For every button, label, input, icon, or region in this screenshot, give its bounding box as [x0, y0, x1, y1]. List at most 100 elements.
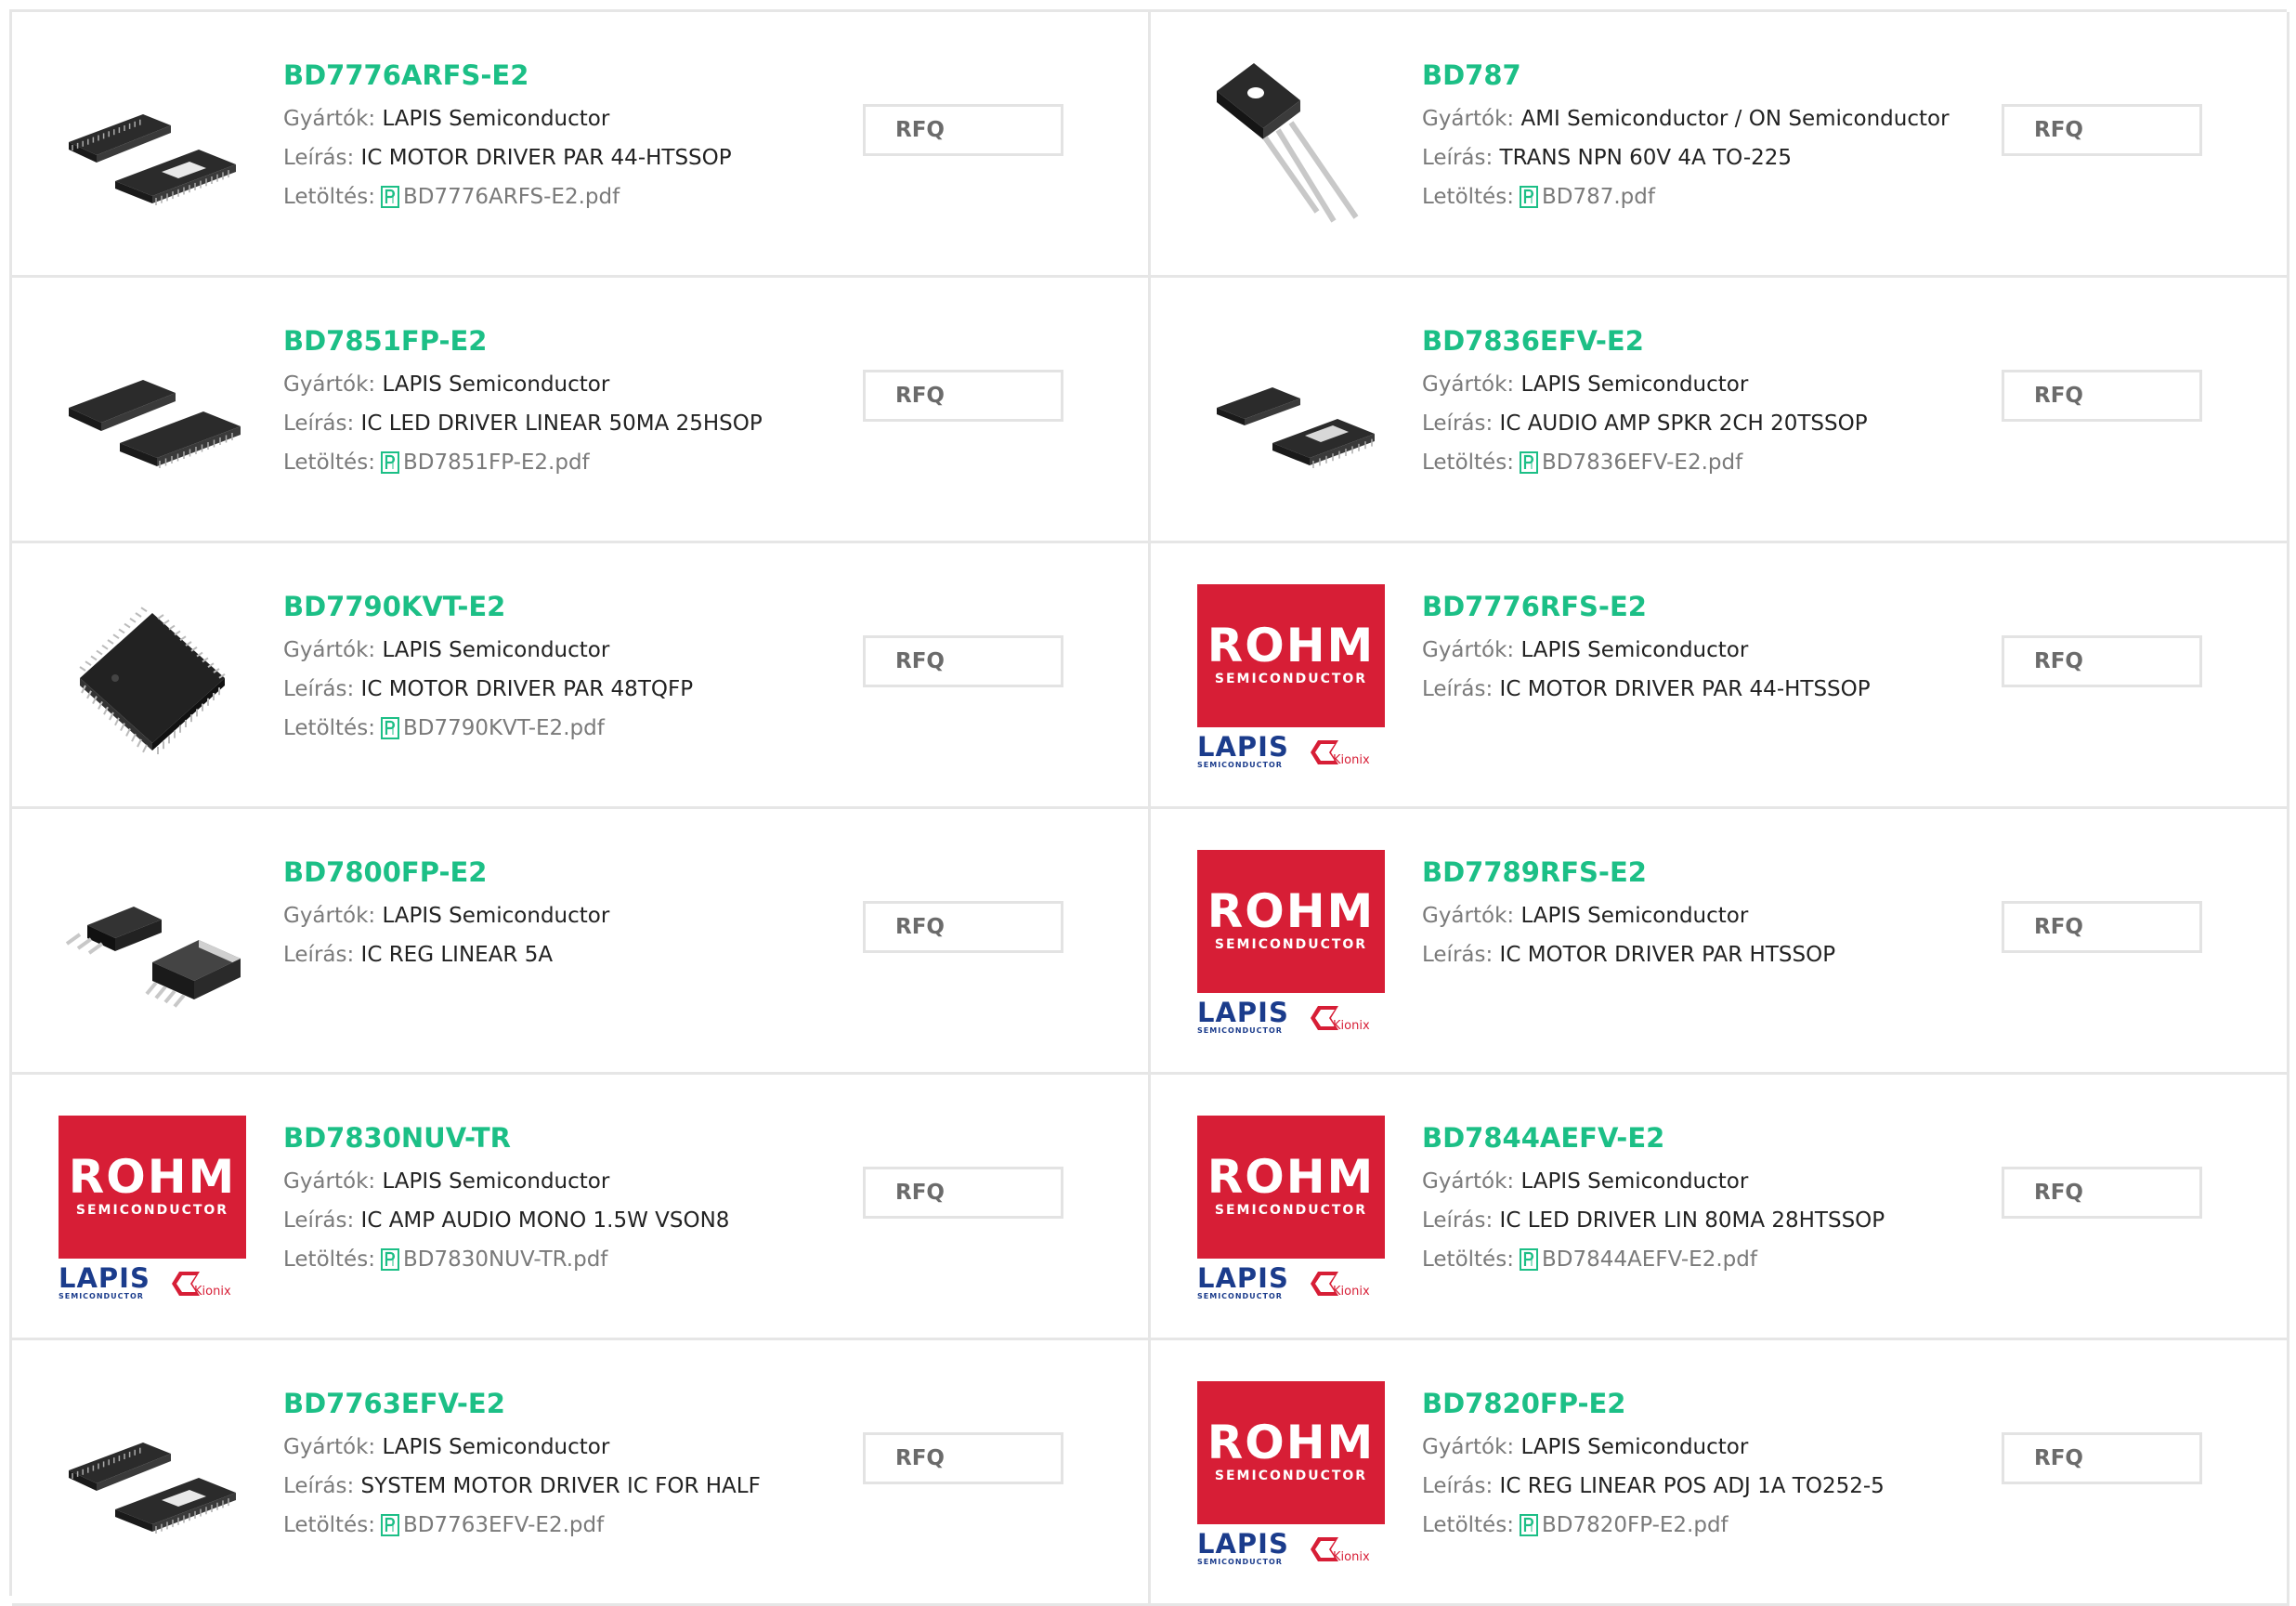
rfq-button[interactable]: RFQ [863, 370, 1063, 422]
description-label: Leírás: [283, 677, 355, 701]
manufacturer-label: Gyártók: [1422, 107, 1515, 131]
rfq-button[interactable]: RFQ [863, 1432, 1063, 1484]
pdf-icon[interactable] [380, 448, 399, 487]
rfq-button[interactable]: RFQ [2002, 1432, 2202, 1484]
manufacturer-row: Gyártók: LAPIS Semiconductor [1422, 896, 1979, 935]
product-image[interactable]: ROHM SEMICONDUCTOR LAPIS SEMICONDUCTOR Kioni… [1197, 1116, 1385, 1303]
pdf-icon[interactable] [1519, 182, 1538, 221]
product-image[interactable]: ROHM SEMICONDUCTOR LAPIS SEMICONDUCTOR Kioni… [1197, 584, 1385, 772]
part-number-link[interactable]: BD7820FP-E2 [1422, 1387, 1979, 1420]
rfq-button[interactable]: RFQ [2002, 901, 2202, 953]
pdf-download-link[interactable]: BD7830NUV-TR.pdf [403, 1247, 607, 1272]
part-number-link[interactable]: BD787 [1422, 59, 1979, 92]
manufacturer-label: Gyártók: [1422, 1169, 1515, 1194]
description-value: IC REG LINEAR 5A [360, 943, 554, 967]
product-card: BD7763EFV-E2 Gyártók: LAPIS Semiconducto… [12, 1340, 1151, 1606]
manufacturer-label: Gyártók: [283, 372, 376, 397]
manufacturer-value: AMI Semiconductor / ON Semiconductor [1520, 107, 1950, 131]
download-row: Letöltés: BD7836EFV-E2.pdf [1422, 443, 1979, 487]
product-info: BD7820FP-E2 Gyártók: LAPIS Semiconductor… [1422, 1387, 1979, 1549]
product-image-htssop-package[interactable] [59, 53, 246, 241]
product-image[interactable]: ROHM SEMICONDUCTOR LAPIS SEMICONDUCTOR Kioni… [1197, 850, 1385, 1038]
rfq-button[interactable]: RFQ [863, 901, 1063, 953]
manufacturer-value: LAPIS Semiconductor [382, 1435, 610, 1459]
rohm-logo-icon: ROHM SEMICONDUCTOR LAPIS SEMICONDUCTOR Kioni… [1197, 1381, 1385, 1569]
product-image[interactable]: ROHM SEMICONDUCTOR LAPIS SEMICONDUCTOR Kioni… [59, 1116, 246, 1303]
download-row: Letöltés: BD7830NUV-TR.pdf [283, 1240, 841, 1284]
pdf-icon[interactable] [1519, 448, 1538, 487]
product-image-to252-package[interactable] [59, 850, 246, 1038]
part-number-link[interactable]: BD7789RFS-E2 [1422, 855, 1979, 889]
description-row: Leírás: IC MOTOR DRIVER PAR 44-HTSSOP [1422, 670, 1979, 709]
manufacturer-row: Gyártók: LAPIS Semiconductor [1422, 1428, 1979, 1467]
pdf-download-link[interactable]: BD7790KVT-E2.pdf [403, 716, 605, 740]
product-info: BD787 Gyártók: AMI Semiconductor / ON Se… [1422, 59, 1979, 221]
pdf-icon[interactable] [1519, 1245, 1538, 1284]
manufacturer-label: Gyártók: [283, 1435, 376, 1459]
pdf-download-link[interactable]: BD7820FP-E2.pdf [1542, 1513, 1729, 1537]
rfq-button[interactable]: RFQ [863, 104, 1063, 156]
product-card: ROHM SEMICONDUCTOR LAPIS SEMICONDUCTOR Kioni… [1151, 543, 2289, 809]
rohm-logo-icon: ROHM SEMICONDUCTOR LAPIS SEMICONDUCTOR Kioni… [1197, 1116, 1385, 1303]
part-number-link[interactable]: BD7851FP-E2 [283, 324, 841, 358]
rfq-button[interactable]: RFQ [2002, 370, 2202, 422]
description-label: Leírás: [283, 1208, 355, 1233]
pdf-icon[interactable] [380, 713, 399, 752]
pdf-download-link[interactable]: BD7836EFV-E2.pdf [1542, 450, 1742, 475]
description-label: Leírás: [283, 943, 355, 967]
rfq-button[interactable]: RFQ [863, 1167, 1063, 1219]
product-info: BD7800FP-E2 Gyártók: LAPIS Semiconductor… [283, 855, 841, 974]
pdf-icon[interactable] [1519, 1510, 1538, 1549]
part-number-link[interactable]: BD7763EFV-E2 [283, 1387, 841, 1420]
pdf-download-link[interactable]: BD7776ARFS-E2.pdf [403, 185, 620, 209]
rfq-button[interactable]: RFQ [2002, 1167, 2202, 1219]
part-number-link[interactable]: BD7776RFS-E2 [1422, 590, 1979, 623]
download-label: Letöltés: [283, 1247, 375, 1272]
manufacturer-value: LAPIS Semiconductor [1520, 1435, 1749, 1459]
pdf-icon[interactable] [380, 1510, 399, 1549]
product-image-to225-transistor[interactable] [1197, 53, 1385, 241]
description-row: Leírás: IC REG LINEAR 5A [283, 935, 841, 974]
pdf-download-link[interactable]: BD7844AEFV-E2.pdf [1542, 1247, 1757, 1272]
part-number-link[interactable]: BD7776ARFS-E2 [283, 59, 841, 92]
part-number-link[interactable]: BD7790KVT-E2 [283, 590, 841, 623]
product-info: BD7830NUV-TR Gyártók: LAPIS Semiconducto… [283, 1121, 841, 1284]
product-card: ROHM SEMICONDUCTOR LAPIS SEMICONDUCTOR Kioni… [1151, 1340, 2289, 1606]
download-label: Letöltés: [283, 716, 375, 740]
download-row: Letöltés: BD7790KVT-E2.pdf [283, 709, 841, 752]
part-number-link[interactable]: BD7800FP-E2 [283, 855, 841, 889]
pdf-download-link[interactable]: BD7763EFV-E2.pdf [403, 1513, 604, 1537]
part-number-link[interactable]: BD7830NUV-TR [283, 1121, 841, 1155]
description-label: Leírás: [283, 146, 355, 170]
download-row: Letöltés: BD7776ARFS-E2.pdf [283, 177, 841, 221]
product-image-htssop-package[interactable] [59, 1381, 246, 1569]
description-row: Leírás: IC LED DRIVER LIN 80MA 28HTSSOP [1422, 1201, 1979, 1240]
download-row: Letöltés: BD7851FP-E2.pdf [283, 443, 841, 487]
rfq-button[interactable]: RFQ [2002, 104, 2202, 156]
description-value: IC MOTOR DRIVER PAR HTSSOP [1499, 943, 1836, 967]
description-value: SYSTEM MOTOR DRIVER IC FOR HALF [360, 1474, 761, 1498]
product-image-hsop-package[interactable] [59, 319, 246, 506]
rfq-button[interactable]: RFQ [863, 635, 1063, 687]
product-image-tssop-package[interactable] [1197, 319, 1385, 506]
pdf-icon[interactable] [380, 1245, 399, 1284]
product-image[interactable]: ROHM SEMICONDUCTOR LAPIS SEMICONDUCTOR Kioni… [1197, 1381, 1385, 1569]
description-value: IC MOTOR DRIVER PAR 44-HTSSOP [1499, 677, 1871, 701]
manufacturer-value: LAPIS Semiconductor [1520, 638, 1749, 662]
pdf-icon[interactable] [380, 182, 399, 221]
download-label: Letöltés: [283, 185, 375, 209]
manufacturer-row: Gyártók: LAPIS Semiconductor [283, 365, 841, 404]
download-row: Letöltés: BD7844AEFV-E2.pdf [1422, 1240, 1979, 1284]
pdf-download-link[interactable]: BD7851FP-E2.pdf [403, 450, 590, 475]
rfq-button[interactable]: RFQ [2002, 635, 2202, 687]
product-card: BD7836EFV-E2 Gyártók: LAPIS Semiconducto… [1151, 278, 2289, 543]
description-label: Leírás: [283, 411, 355, 436]
description-label: Leírás: [1422, 1474, 1494, 1498]
product-image-tqfp-package[interactable] [59, 584, 246, 772]
part-number-link[interactable]: BD7836EFV-E2 [1422, 324, 1979, 358]
rohm-logo-icon: ROHM SEMICONDUCTOR LAPIS SEMICONDUCTOR Kioni… [1197, 584, 1385, 772]
pdf-download-link[interactable]: BD787.pdf [1542, 185, 1655, 209]
manufacturer-row: Gyártók: LAPIS Semiconductor [1422, 365, 1979, 404]
part-number-link[interactable]: BD7844AEFV-E2 [1422, 1121, 1979, 1155]
description-value: IC LED DRIVER LIN 80MA 28HTSSOP [1499, 1208, 1885, 1233]
